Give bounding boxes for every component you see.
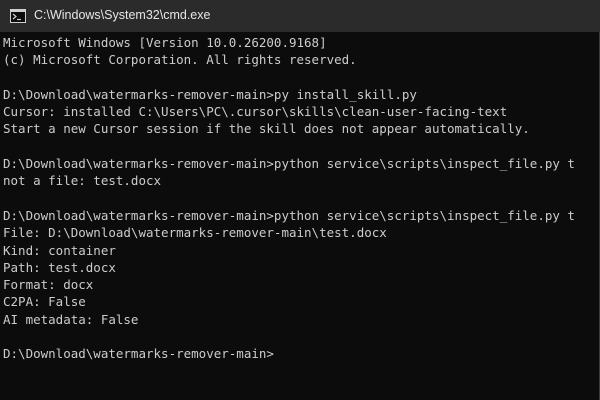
console-line: D:\Download\watermarks-remover-main>pyth…: [3, 207, 575, 223]
console-icon: [10, 9, 26, 23]
command-prompt[interactable]: D:\Download\watermarks-remover-main>: [3, 345, 575, 362]
console-line: C2PA: False: [3, 294, 86, 310]
console-output[interactable]: Microsoft Windows [Version 10.0.26200.91…: [0, 32, 600, 400]
console-line: Format: docx: [3, 277, 94, 293]
console-line: not a file: test.docx: [3, 173, 162, 189]
console-line: Kind: container: [3, 242, 116, 258]
console-line: D:\Download\watermarks-remover-main>pyth…: [3, 156, 575, 172]
console-line: (c) Microsoft Corporation. All rights re…: [3, 52, 357, 68]
console-line: Cursor: installed C:\Users\PC\.cursor\sk…: [3, 104, 508, 120]
title-bar[interactable]: C:\Windows\System32\cmd.exe: [0, 0, 600, 32]
console-line: Path: test.docx: [3, 259, 116, 275]
cmd-window: C:\Windows\System32\cmd.exe Microsoft Wi…: [0, 0, 600, 400]
console-line: Start a new Cursor session if the skill …: [3, 121, 530, 137]
console-line: D:\Download\watermarks-remover-main>py i…: [3, 86, 417, 102]
window-title: C:\Windows\System32\cmd.exe: [34, 8, 211, 22]
console-lines: Microsoft Windows [Version 10.0.26200.91…: [3, 34, 575, 363]
console-line: AI metadata: False: [3, 311, 139, 327]
console-line: Microsoft Windows [Version 10.0.26200.91…: [3, 35, 327, 50]
console-line: File: D:\Download\watermarks-remover-mai…: [3, 225, 387, 241]
